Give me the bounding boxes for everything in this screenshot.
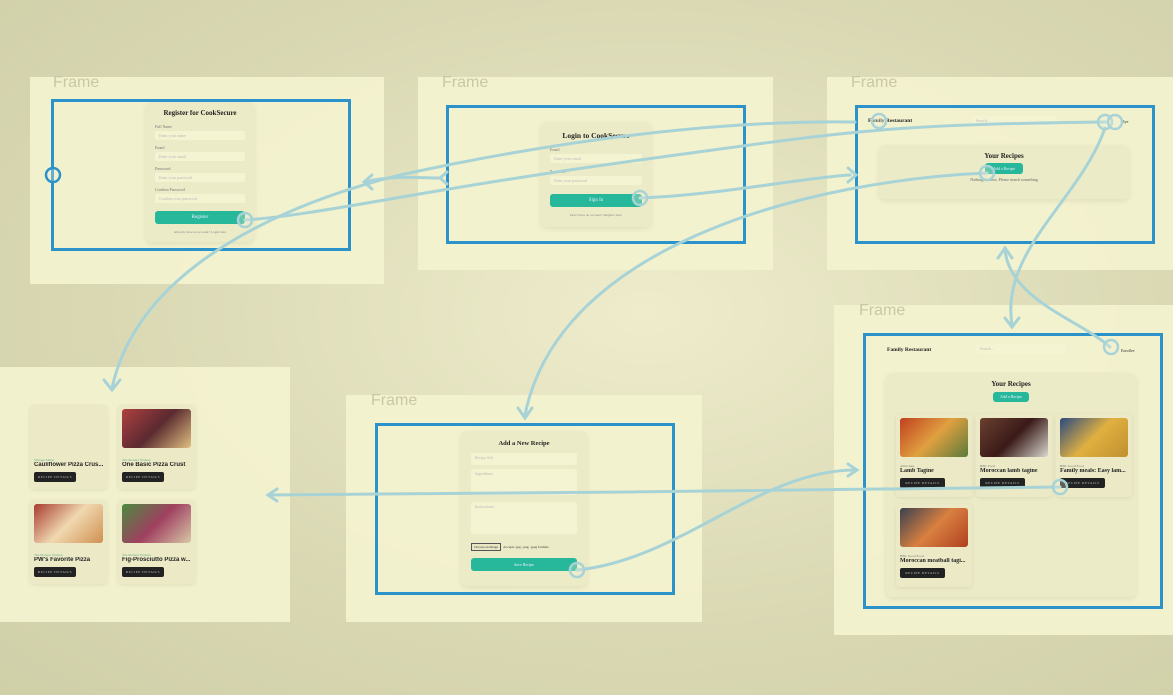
- connector-user-to-full: [1009, 126, 1107, 327]
- connector-register-to-home: [243, 120, 1107, 222]
- hotspot: [978, 164, 996, 182]
- connector-add-to-form: [523, 171, 989, 417]
- prototype-connectors: [44, 112, 1124, 579]
- hotspot: [1106, 113, 1124, 131]
- hotspot: [568, 561, 586, 579]
- hotspot: [631, 189, 649, 207]
- hotspot: [236, 211, 254, 229]
- connector-save-to-full: [575, 468, 857, 572]
- hotspot: [1102, 338, 1120, 356]
- hotspot: [870, 112, 888, 130]
- hotspot: [1051, 478, 1069, 496]
- hotspot: [44, 166, 62, 184]
- connector-details-to-search: [268, 485, 1062, 497]
- connector-signup-to-login: [110, 120, 857, 390]
